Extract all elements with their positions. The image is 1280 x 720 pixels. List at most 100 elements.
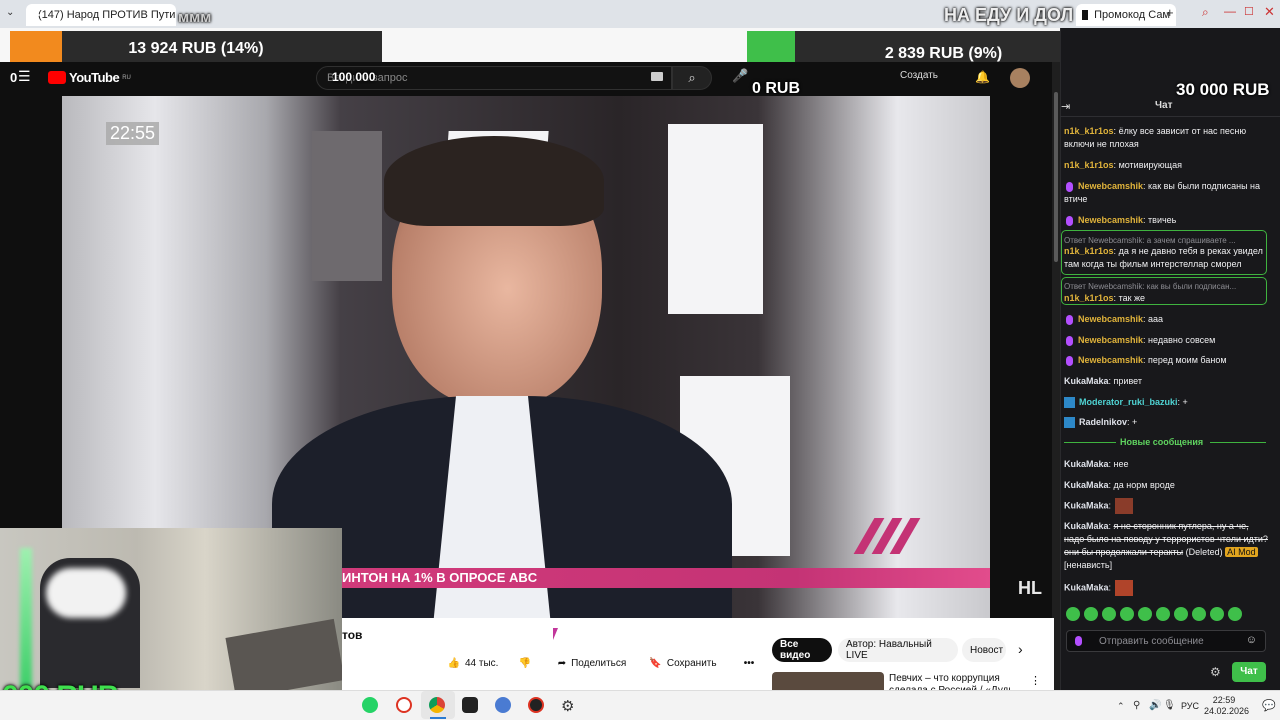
notification-center-icon[interactable]: 💬 — [1262, 699, 1276, 712]
background-panel — [668, 124, 763, 314]
chat-message: KukaMaka: — [1064, 498, 1269, 514]
chat-message: Newebcamshik: перед моим баном — [1064, 354, 1269, 367]
like-button[interactable]: 👍 44 тыс. — [437, 651, 509, 675]
chat-message: n1k_k1r1os: так же — [1064, 293, 1146, 303]
chrome-icon[interactable] — [429, 697, 445, 713]
chat-message: Radelnikov: + — [1064, 416, 1269, 429]
close-window-icon[interactable]: ✕ — [1264, 4, 1275, 20]
emote-icon[interactable] — [1192, 607, 1206, 621]
emote-icon[interactable] — [1174, 607, 1188, 621]
game-controller-icon[interactable] — [462, 697, 478, 713]
goal-right-end: 30 000 RUB — [1176, 80, 1270, 99]
youtube-logo-text: YouTube — [69, 70, 120, 85]
goal-left-overlay: 100 000 — [332, 70, 376, 84]
save-button[interactable]: 🔖 Сохранить — [644, 651, 722, 675]
chat-message: n1k_k1r1os: да я не давно тебя в реках у… — [1064, 246, 1263, 269]
wifi-icon[interactable]: ⚲ — [1133, 700, 1140, 711]
search-button[interactable]: ⌕ — [672, 66, 712, 90]
emote-icon[interactable] — [1228, 607, 1242, 621]
chat-message: KukaMaka: нее — [1064, 459, 1129, 469]
moderator-badge-icon — [1064, 397, 1075, 409]
overlay-mmm: ммм — [178, 9, 212, 26]
page-scrollbar[interactable] — [1052, 62, 1060, 690]
collapse-chat-icon[interactable]: ⇥ — [1061, 100, 1070, 113]
donation-right-text: 2 839 RUB (9%) — [884, 45, 1003, 62]
emote-icon[interactable] — [1156, 607, 1170, 621]
emote-icon[interactable] — [1102, 607, 1116, 621]
chat-send-button[interactable]: Чат — [1232, 662, 1266, 682]
more-actions-icon[interactable]: ••• — [736, 651, 762, 675]
emote-icon[interactable] — [1210, 607, 1224, 621]
search-tabs-icon[interactable]: ⌕ — [1202, 5, 1209, 20]
maximize-icon[interactable]: ☐ — [1244, 5, 1254, 18]
language-indicator[interactable]: РУС — [1181, 701, 1199, 711]
active-indicator — [430, 717, 446, 719]
app-icon[interactable] — [495, 697, 511, 713]
streamer-hat — [46, 568, 126, 618]
emote-icon[interactable] — [1066, 607, 1080, 621]
microphone-tray-icon[interactable]: 🎙 — [1163, 700, 1176, 711]
chat-input[interactable]: Отправить сообщение ☺ — [1066, 630, 1266, 652]
voice-search-icon[interactable]: 🎤 — [732, 68, 748, 84]
hamburger-menu-icon[interactable]: ☰ — [18, 68, 31, 85]
notifications-icon[interactable]: 🔔 — [975, 70, 990, 84]
clock-date: 24.02.2026 — [1204, 706, 1250, 716]
chat-settings-gear-icon[interactable]: ⚙ — [1210, 665, 1221, 679]
emote-bar — [1066, 607, 1266, 621]
new-messages-line — [1210, 442, 1266, 443]
banner-text: ИНТОН НА 1% В ОПРОСЕ ABC — [342, 570, 538, 585]
video-timecode: 22:55 — [106, 122, 160, 145]
chip-author[interactable]: Автор: Навальный LIVE — [838, 638, 958, 662]
tab-promocode[interactable]: Промокод Сам — [1076, 4, 1176, 26]
tab-list-chevron-icon[interactable]: ⌄ — [6, 7, 14, 18]
like-count: 44 тыс. — [465, 657, 499, 669]
recommended-thumbnail[interactable] — [772, 672, 884, 690]
menu-prefix: 0 — [10, 70, 18, 85]
thumbs-down-icon: 👎 — [518, 657, 532, 669]
tab-title: Промокод Сам — [1094, 9, 1170, 21]
opera-icon[interactable] — [396, 697, 412, 713]
obs-icon[interactable] — [528, 697, 544, 713]
new-tab-icon[interactable]: + — [1166, 5, 1174, 20]
emote-icon[interactable] — [1120, 607, 1134, 621]
dislike-button[interactable]: 👎 — [510, 651, 540, 675]
tv-channel-logo-icon — [853, 516, 924, 556]
tray-chevron-icon[interactable]: ⌃ — [1117, 701, 1125, 712]
channel-watermark: HL — [1018, 578, 1042, 598]
ai-mod-badge: AI Mod — [1225, 547, 1258, 557]
chat-header: Чат — [1155, 100, 1173, 111]
create-button[interactable]: Создать — [900, 70, 938, 81]
background-panel — [312, 131, 382, 281]
minimize-icon[interactable]: — — [1224, 4, 1236, 18]
share-button[interactable]: ➦ Поделиться — [548, 651, 636, 675]
video-news-banner: ИНТОН НА 1% В ОПРОСЕ ABC — [342, 568, 990, 588]
mic-icon[interactable] — [1075, 636, 1082, 646]
mic-badge-icon — [1066, 314, 1073, 325]
recommended-menu-icon[interactable]: ⋮ — [1030, 674, 1041, 687]
mic-badge-icon — [1066, 181, 1073, 192]
youtube-logo[interactable]: YouTube RU — [48, 70, 131, 85]
emote-icon[interactable] — [1138, 607, 1152, 621]
clock[interactable]: 22:59 24.02.2026 — [1204, 695, 1250, 717]
tab-youtube[interactable]: (147) Народ ПРОТИВ Пути 🔊 ✕ — [26, 4, 176, 26]
chat-message: Newebcamshik: недавно совсем — [1064, 334, 1269, 347]
avatar[interactable] — [1010, 68, 1030, 88]
recommended-title[interactable]: Певчих – что коррупция сделала с Россией… — [889, 673, 1029, 690]
emoji-picker-icon[interactable]: ☺ — [1246, 634, 1257, 646]
green-light-strip — [20, 548, 32, 688]
windows-taskbar — [0, 690, 1280, 720]
chat-message: Newebcamshik: как вы были подписаны на в… — [1064, 181, 1261, 204]
keyboard-icon[interactable] — [651, 72, 663, 81]
chevron-right-icon[interactable]: › — [1018, 641, 1023, 657]
mic-badge-icon — [1066, 335, 1073, 346]
chip-all-videos[interactable]: Все видео — [772, 638, 832, 662]
whatsapp-icon[interactable] — [362, 697, 378, 713]
chat-message: Newebcamshik: твичеь — [1064, 214, 1269, 227]
chip-news[interactable]: Новост — [962, 638, 1006, 662]
bookmark-icon: 🔖 — [649, 657, 662, 669]
settings-gear-icon[interactable]: ⚙ — [561, 697, 574, 715]
chat-message: KukaMaka: привет — [1064, 376, 1142, 386]
volume-icon[interactable]: 🔊 — [1149, 700, 1161, 711]
youtube-logo-icon — [48, 71, 66, 84]
emote-icon[interactable] — [1084, 607, 1098, 621]
